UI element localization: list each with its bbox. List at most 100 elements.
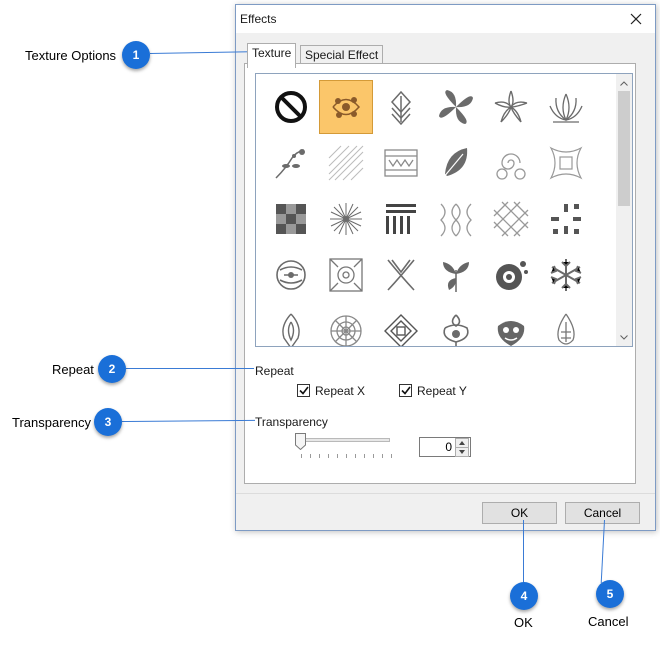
scroll-down-button[interactable] <box>616 330 632 344</box>
texture-thumb-four-leaf[interactable] <box>429 80 483 134</box>
callout-2-line <box>126 368 254 369</box>
tab-texture-label: Texture <box>252 46 292 60</box>
texture-thumb-diagonal-lines[interactable] <box>319 136 373 190</box>
pattern-band-icon <box>384 149 418 177</box>
checkmark-icon <box>400 386 411 395</box>
flower-star-icon <box>494 90 528 123</box>
callout-4-line <box>523 520 524 583</box>
square-frame-icon <box>549 146 583 180</box>
texture-thumb-none[interactable] <box>264 80 318 134</box>
texture-list[interactable] <box>255 73 633 347</box>
slider-tick <box>382 454 383 458</box>
tab-texture[interactable]: Texture <box>247 43 297 68</box>
branch-flower-icon <box>275 149 305 179</box>
texture-thumb-branch-flower[interactable] <box>264 136 318 190</box>
scroll-thumb[interactable] <box>618 91 630 206</box>
cross-dots-icon <box>551 204 581 234</box>
ok-button[interactable]: OK <box>482 502 557 524</box>
texture-thumb-eye-swirl[interactable] <box>484 248 538 302</box>
callout-label-cancel: Cancel <box>588 614 629 629</box>
tab-special-effect-label: Special Effect <box>305 48 379 62</box>
repeat-x-label: Repeat X <box>315 384 366 398</box>
effects-dialog: Effects Texture Special Effect Repeat Re… <box>235 4 656 531</box>
lattice-icon <box>493 201 529 237</box>
texture-thumb-starburst[interactable] <box>319 192 373 246</box>
cancel-button[interactable]: Cancel <box>565 502 640 524</box>
callout-badge-5: 5 <box>596 580 624 608</box>
dialog-title: Effects <box>240 12 277 26</box>
floral-swirl-icon <box>332 97 360 118</box>
texture-thumb-tribal-circle[interactable] <box>264 248 318 302</box>
slider-tick <box>373 454 374 458</box>
repeat-x-checkbox[interactable] <box>297 384 310 397</box>
texture-thumb-snowflake[interactable] <box>539 248 593 302</box>
spin-up-icon <box>459 441 465 445</box>
texture-thumb-square-frame[interactable] <box>539 136 593 190</box>
chevron-down-icon <box>620 334 628 340</box>
footer-separator <box>236 493 655 494</box>
checker-icon <box>276 204 306 234</box>
repeat-y-checkbox[interactable] <box>399 384 412 397</box>
callout-badge-3: 3 <box>94 408 122 436</box>
diamond-chain-icon <box>440 203 472 237</box>
slider-tick <box>328 454 329 458</box>
spin-down-button[interactable] <box>455 447 469 457</box>
baroque-icon <box>443 314 469 346</box>
slider-tick <box>391 454 392 458</box>
texture-thumb-flower-star[interactable] <box>484 80 538 134</box>
drop-ornament-icon <box>557 313 575 345</box>
callout-badge-4: 4 <box>510 582 538 610</box>
callout-label-transparency: Transparency <box>12 415 91 430</box>
feather-icon <box>442 148 468 179</box>
arrow-chevron-icon <box>390 90 412 126</box>
texture-scrollbar[interactable] <box>616 74 632 346</box>
square-diamond-icon <box>384 314 418 346</box>
starburst-icon <box>330 203 362 235</box>
texture-thumb-feather[interactable] <box>429 136 483 190</box>
texture-thumb-lotus[interactable] <box>539 80 593 134</box>
texture-thumb-crest[interactable] <box>484 304 538 346</box>
lotus-icon <box>549 93 583 123</box>
texture-thumb-ornate-tile[interactable] <box>319 248 373 302</box>
texture-thumb-rounded-diamond[interactable] <box>264 304 318 346</box>
callout-badge-1: 1 <box>122 41 150 69</box>
texture-thumb-floral-swirl[interactable] <box>319 80 373 134</box>
close-button[interactable] <box>623 8 649 30</box>
stripes-icon <box>386 204 416 234</box>
scroll-up-button[interactable] <box>616 76 632 90</box>
leaf-sprig-icon <box>443 262 469 292</box>
texture-thumb-leaf-sprig[interactable] <box>429 248 483 302</box>
callout-label-texture-options: Texture Options <box>25 48 117 63</box>
snowflake-icon <box>550 259 582 291</box>
checkmark-icon <box>298 386 309 395</box>
texture-thumb-lattice[interactable] <box>484 192 538 246</box>
texture-thumb-stripes[interactable] <box>374 192 428 246</box>
texture-thumb-spiral[interactable] <box>484 136 538 190</box>
transparency-slider-track[interactable] <box>297 438 390 442</box>
texture-thumb-pattern-band[interactable] <box>374 136 428 190</box>
texture-thumb-x-shape[interactable] <box>374 248 428 302</box>
slider-tick <box>310 454 311 458</box>
texture-thumb-baroque[interactable] <box>429 304 483 346</box>
texture-thumb-drop-ornament[interactable] <box>539 304 593 346</box>
spiral-icon <box>496 153 526 180</box>
diagonal-lines-icon <box>328 145 364 181</box>
texture-thumb-arrow-chevron[interactable] <box>374 80 428 134</box>
slider-tick <box>337 454 338 458</box>
close-icon <box>630 13 642 25</box>
tribal-circle-icon <box>276 260 306 290</box>
texture-thumb-checker[interactable] <box>264 192 318 246</box>
crest-icon <box>497 321 525 346</box>
texture-thumb-diamond-chain[interactable] <box>429 192 483 246</box>
transparency-slider-thumb[interactable] <box>295 433 306 450</box>
texture-thumb-square-diamond[interactable] <box>374 304 428 346</box>
callout-label-repeat: Repeat <box>52 362 94 377</box>
texture-thumb-mandala[interactable] <box>319 304 373 346</box>
slider-tick <box>301 454 302 458</box>
slider-tick <box>346 454 347 458</box>
none-icon <box>275 91 307 123</box>
slider-tick <box>364 454 365 458</box>
slider-tick <box>319 454 320 458</box>
texture-thumb-cross-dots[interactable] <box>539 192 593 246</box>
ornate-tile-icon <box>329 258 363 292</box>
